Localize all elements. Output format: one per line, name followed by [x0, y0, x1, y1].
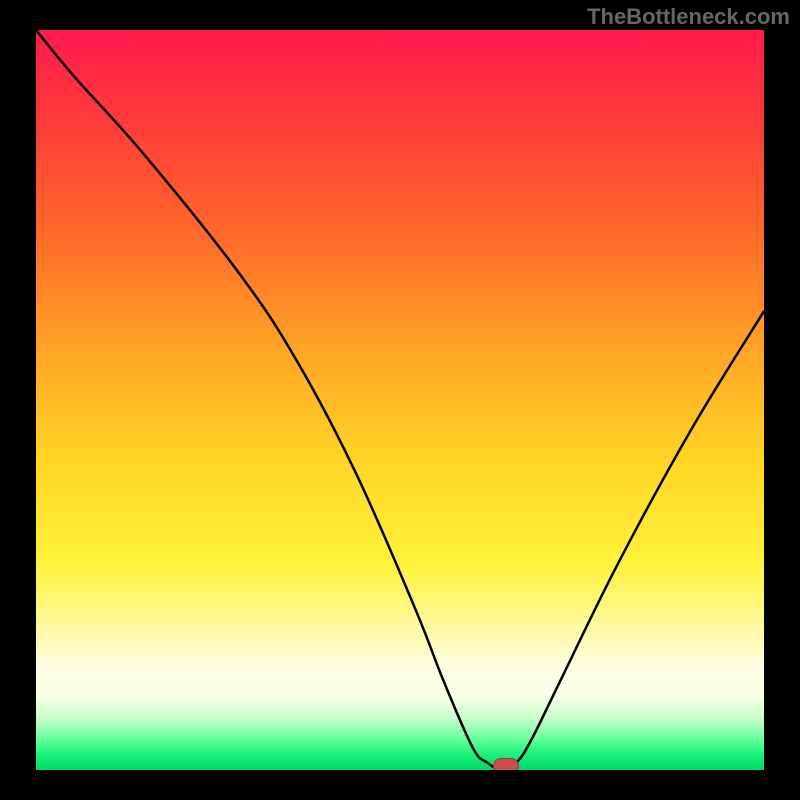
plot-area [36, 30, 764, 770]
curve-path [36, 30, 764, 770]
attribution-text: TheBottleneck.com [587, 4, 790, 30]
chart-frame: TheBottleneck.com [0, 0, 800, 800]
bottleneck-curve [36, 30, 764, 770]
optimal-marker [493, 758, 519, 770]
